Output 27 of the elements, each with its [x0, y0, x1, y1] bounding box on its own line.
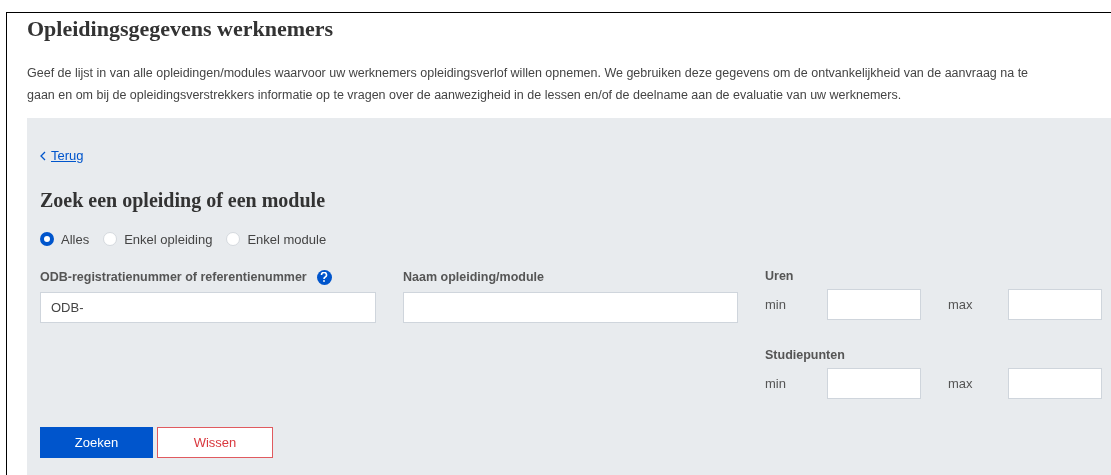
- radio-option[interactable]: Enkel opleiding: [103, 229, 213, 249]
- page-title: Opleidingsgegevens werknemers: [27, 16, 334, 42]
- section-heading: Zoek een opleiding of een module: [40, 187, 325, 212]
- radio-button[interactable]: [40, 232, 54, 247]
- min-field[interactable]: [827, 368, 921, 399]
- field-label: ODB-registratienummer of referentienummer: [40, 268, 307, 286]
- min-label: min: [765, 374, 787, 393]
- chevron-left-icon: [40, 150, 46, 161]
- back-link[interactable]: Terug: [40, 146, 84, 166]
- radio-option[interactable]: Enkel module: [226, 229, 327, 249]
- intro-text: gaan en om bij de opleidingsverstrekkers informatie op te vragen over de aanwezigheid in de lessen en/of de deelname aan de evaluatie van uw werknemers.: [27, 87, 902, 104]
- field-label: Studiepunten: [765, 347, 845, 364]
- radio-option[interactable]: Alles: [40, 229, 90, 249]
- intro-text: Geef de lijst in van alle opleidingen/modules waarvoor uw werknemers opleidingsverlof willen opnemen. We gebruiken deze gegevens om de ontvankelijkheid van de aanvraag na te: [27, 65, 1029, 82]
- max-label: max: [948, 374, 974, 393]
- search-button[interactable]: Zoeken: [40, 427, 153, 458]
- odb-number-field[interactable]: ODB-: [40, 292, 376, 323]
- clear-button[interactable]: Wissen: [157, 427, 273, 458]
- name-field[interactable]: [403, 292, 738, 323]
- min-label: min: [765, 295, 787, 314]
- max-field[interactable]: [1008, 289, 1102, 320]
- max-field[interactable]: [1008, 368, 1102, 399]
- max-label: max: [948, 295, 974, 314]
- help-icon[interactable]: [316, 269, 332, 285]
- field-label: Uren: [765, 268, 794, 285]
- min-field[interactable]: [827, 289, 921, 320]
- field-label: Naam opleiding/module: [403, 268, 544, 286]
